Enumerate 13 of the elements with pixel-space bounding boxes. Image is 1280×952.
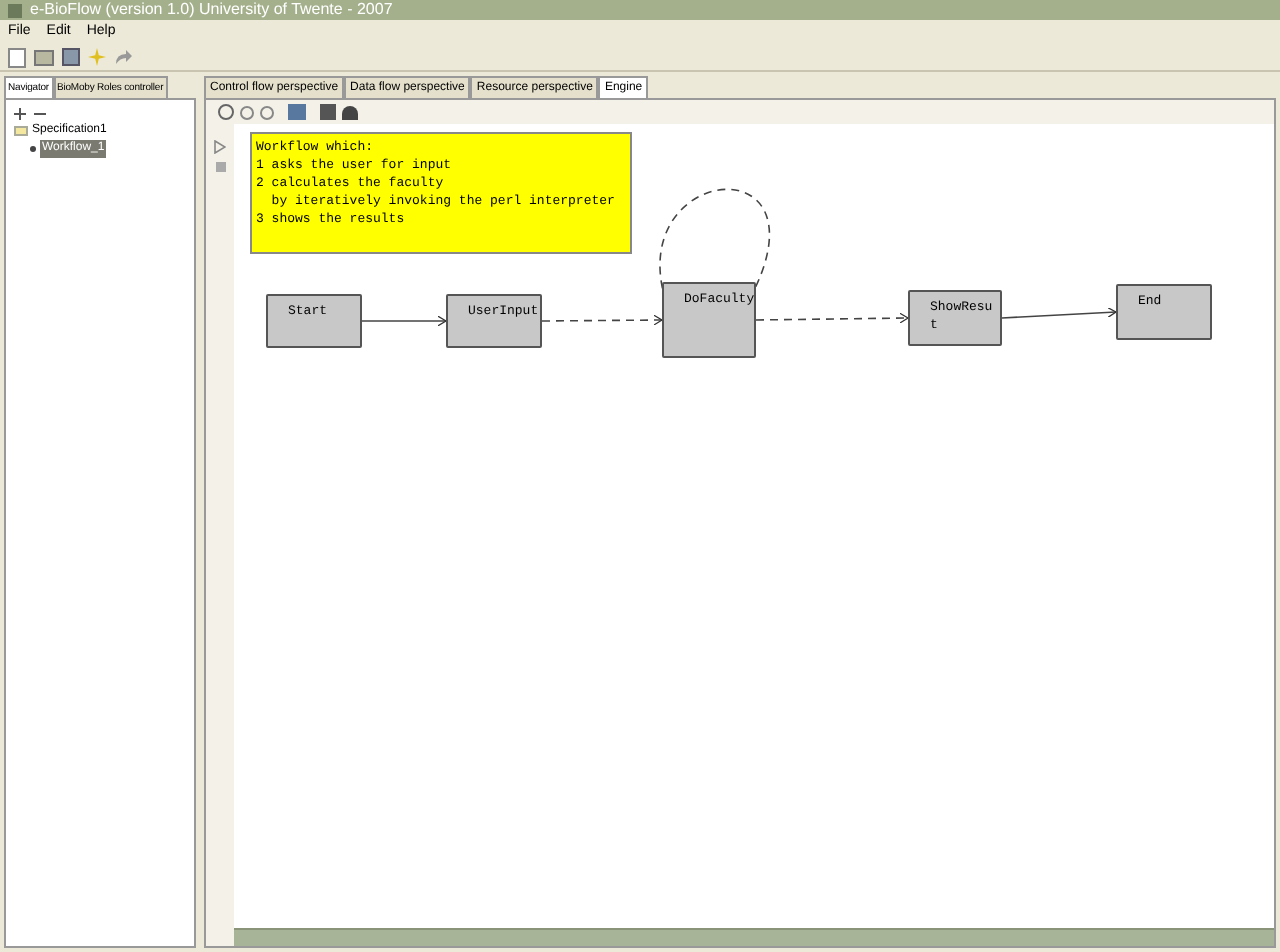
play-icon[interactable] [214, 140, 226, 154]
horizontal-scrollbar[interactable] [234, 928, 1274, 946]
connector-arrow [361, 315, 447, 327]
star-icon[interactable] [88, 48, 106, 66]
stop-icon[interactable] [215, 162, 225, 172]
app-icon [8, 3, 22, 17]
redo-arrow-icon[interactable] [114, 49, 132, 65]
minus-icon[interactable] [34, 111, 46, 115]
window-title: e-BioFlow (version 1.0) University of Twente - 2007 [30, 2, 393, 18]
new-file-icon[interactable] [8, 47, 26, 67]
connector-arrow [541, 314, 663, 326]
connector-arrow [1001, 307, 1117, 319]
plus-icon[interactable] [14, 107, 26, 119]
